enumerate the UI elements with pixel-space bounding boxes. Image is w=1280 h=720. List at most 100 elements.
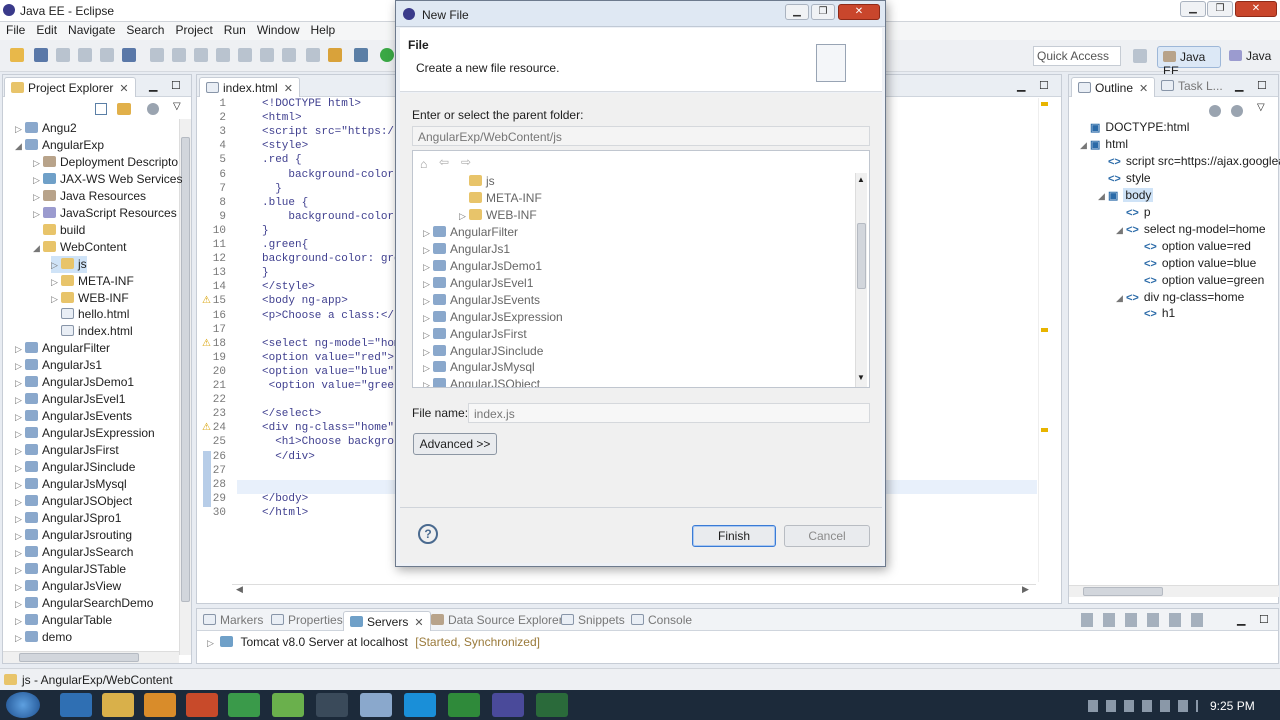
skip-breakpoints-icon[interactable] — [328, 48, 342, 62]
clock[interactable]: 9:25 PM — [1210, 699, 1255, 713]
resume-icon[interactable] — [150, 48, 164, 62]
minimize-view-icon[interactable]: ▁ — [149, 79, 157, 92]
explorer-item[interactable]: ▷ AngularFilter — [15, 340, 110, 357]
folder-tree-thumb[interactable] — [857, 223, 866, 289]
dialog-maximize-button[interactable]: ❐ — [811, 4, 835, 20]
maximize-button[interactable]: ❐ — [1207, 1, 1233, 17]
chrome-icon[interactable] — [228, 693, 260, 717]
tab-console[interactable]: Console — [631, 613, 692, 627]
menu-run[interactable]: Run — [218, 22, 251, 37]
menu-navigate[interactable]: Navigate — [62, 22, 120, 37]
expand-icon[interactable]: ▷ — [33, 189, 43, 206]
close-tab-icon[interactable]: ✕ — [119, 83, 128, 95]
explorer-item[interactable]: ▷ AngularJsSearch — [15, 544, 133, 561]
advanced-button[interactable]: Advanced >> — [413, 433, 497, 455]
expand-icon[interactable]: ▷ — [15, 121, 25, 138]
explorer-item[interactable]: ▷ META-INF — [51, 273, 134, 290]
files-icon[interactable] — [360, 693, 392, 717]
expand-icon[interactable]: ▷ — [15, 392, 25, 409]
expand-icon[interactable]: ▷ — [33, 206, 43, 223]
editor-icon[interactable] — [448, 693, 480, 717]
explorer-item[interactable]: ▷ Deployment Descripto — [33, 154, 178, 171]
expand-icon[interactable]: ▷ — [51, 291, 61, 308]
outline-item[interactable]: <> option value=green — [1134, 273, 1264, 287]
back-icon[interactable]: ⇦ — [439, 155, 449, 169]
expand-icon[interactable]: ▷ — [459, 208, 469, 225]
explorer-item[interactable]: ▷ WEB-INF — [51, 290, 129, 307]
expand-icon[interactable]: ◢ — [15, 138, 25, 155]
explorer-hscroll[interactable] — [3, 651, 179, 663]
quick-access-input[interactable]: Quick Access — [1033, 46, 1121, 66]
tab-snippets[interactable]: Snippets — [561, 613, 625, 627]
folder-item[interactable]: ▷ AngularFilter — [423, 224, 518, 241]
expand-icon[interactable]: ▷ — [15, 460, 25, 477]
tab-markers[interactable]: Markers — [203, 613, 263, 627]
folder-tree[interactable]: ⌂ ⇦ ⇨ js META-INF ▷ WEB-INF ▷ AngularFilter ▷ A… — [412, 150, 870, 388]
explorer-item[interactable]: ◢ WebContent — [33, 239, 127, 256]
servers-maximize-icon[interactable]: ☐ — [1259, 613, 1269, 626]
outline-maximize-icon[interactable]: ☐ — [1257, 79, 1267, 92]
servers-minimize-icon[interactable]: ▁ — [1237, 613, 1245, 626]
explorer-item[interactable]: ▷ AngularJsEvel1 — [15, 391, 125, 408]
editor-vscroll[interactable] — [1038, 98, 1050, 582]
disconnect-icon[interactable] — [122, 48, 136, 62]
expand-icon[interactable]: ▷ — [33, 155, 43, 172]
suspend-icon[interactable] — [172, 48, 186, 62]
explorer-item[interactable]: ▷ AngularJsMysql — [15, 476, 127, 493]
menu-search[interactable]: Search — [120, 22, 169, 37]
explorer-item[interactable]: ▷ demo — [15, 629, 72, 646]
scroll-right-icon[interactable]: ▶ — [1022, 584, 1029, 595]
expand-icon[interactable]: ◢ — [1116, 293, 1126, 304]
parent-folder-input[interactable]: AngularExp/WebContent/js — [412, 126, 870, 146]
explorer-item[interactable]: ▷ AngularJs1 — [15, 357, 102, 374]
dialog-minimize-button[interactable]: ▁ — [785, 4, 809, 20]
explorer-item[interactable]: ▷ AngularJsView — [15, 578, 121, 595]
filter-icon[interactable] — [147, 103, 159, 115]
explorer-item[interactable]: ▷ js — [51, 255, 87, 274]
outline-filter-icon[interactable] — [1209, 105, 1221, 117]
server-toolbar-icons[interactable] — [1081, 613, 1211, 627]
save-icon[interactable] — [34, 48, 48, 62]
warning-icon[interactable]: ⚠ — [202, 422, 211, 433]
outline-item[interactable]: <> h1 — [1134, 306, 1175, 320]
scroll-up-icon[interactable]: ▲ — [857, 175, 865, 184]
link-editor-icon[interactable] — [117, 103, 131, 115]
expand-icon[interactable]: ▷ — [15, 477, 25, 494]
warning-icon[interactable]: ⚠ — [202, 338, 211, 349]
view-menu-icon[interactable]: ▽ — [173, 101, 181, 112]
tab-index-html[interactable]: index.html ✕ — [199, 77, 300, 97]
tab-servers[interactable]: Servers ✕ — [343, 611, 431, 631]
dialog-close-button[interactable]: ✕ — [838, 4, 880, 20]
expand-icon[interactable]: ▷ — [15, 579, 25, 596]
editor-hscroll[interactable]: ◀ ▶ — [232, 584, 1036, 596]
save-all-icon[interactable] — [56, 48, 70, 62]
expand-icon[interactable]: ◢ — [1116, 225, 1126, 236]
warning-icon[interactable]: ⚠ — [202, 295, 211, 306]
cancel-button[interactable]: Cancel — [784, 525, 870, 547]
folder-item[interactable]: ▷ AngularJsExpression — [423, 309, 563, 326]
help-button[interactable]: ? — [418, 524, 438, 544]
menu-help[interactable]: Help — [305, 22, 341, 37]
close-button[interactable]: ✕ — [1235, 1, 1277, 17]
explorer-item[interactable]: ▷ Angu2 — [15, 120, 77, 137]
outline-item[interactable]: <> p — [1116, 205, 1151, 219]
folder-item[interactable]: ▷ AngularJSinclude — [423, 343, 543, 360]
firefox-icon[interactable] — [186, 693, 218, 717]
outline-item[interactable]: ◢ <> div ng-class=home — [1116, 290, 1244, 304]
expand-icon[interactable]: ▷ — [15, 545, 25, 562]
expand-icon[interactable]: ▷ — [51, 257, 61, 274]
menu-window[interactable]: Window — [251, 22, 305, 37]
explorer-item[interactable]: ▷ AngularJsDemo1 — [15, 374, 134, 391]
expand-icon[interactable]: ▷ — [15, 528, 25, 545]
explorer-item[interactable]: ▷ AngularJsExpression — [15, 425, 155, 442]
expand-icon[interactable]: ▷ — [15, 375, 25, 392]
expand-icon[interactable]: ▷ — [15, 562, 25, 579]
expand-icon[interactable]: ▷ — [207, 638, 217, 649]
finish-button[interactable]: Finish — [692, 525, 776, 547]
folder-item[interactable]: ▷ AngularJsEvents — [423, 292, 540, 309]
outline-item[interactable]: <> style — [1098, 171, 1151, 185]
outline-hscroll[interactable] — [1069, 585, 1279, 597]
expand-icon[interactable]: ▷ — [15, 630, 25, 647]
expand-icon[interactable]: ▷ — [423, 327, 433, 344]
outline-sort-icon[interactable] — [1231, 105, 1243, 117]
